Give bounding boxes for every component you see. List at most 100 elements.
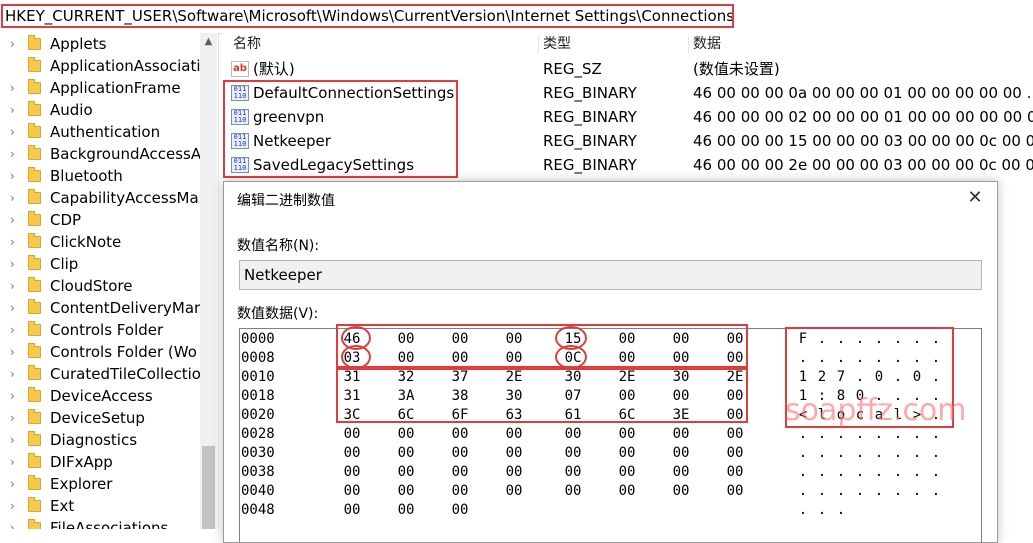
hex-byte[interactable]: 00: [667, 387, 695, 406]
ascii-char[interactable]: .: [853, 463, 867, 482]
ascii-char[interactable]: .: [929, 330, 943, 349]
chevron-right-icon[interactable]: ›: [10, 121, 22, 143]
ascii-char[interactable]: .: [815, 463, 829, 482]
ascii-char[interactable]: >: [910, 406, 924, 425]
hex-byte[interactable]: 00: [338, 425, 366, 444]
hex-byte[interactable]: 00: [667, 330, 695, 349]
hex-byte[interactable]: 00: [721, 387, 749, 406]
hex-byte[interactable]: 00: [613, 330, 641, 349]
hex-byte[interactable]: 31: [338, 368, 366, 387]
hex-byte[interactable]: 3A: [392, 387, 420, 406]
ascii-char[interactable]: 0: [872, 368, 886, 387]
scrollbar-thumb[interactable]: [202, 446, 215, 529]
ascii-char[interactable]: <: [796, 406, 810, 425]
ascii-char[interactable]: .: [834, 463, 848, 482]
hex-row[interactable]: 0010 31 32 37 2E 30 2E 30 2E 1 2 7. 0. 0.: [240, 368, 980, 387]
hex-byte[interactable]: 00: [446, 330, 474, 349]
ascii-char[interactable]: 0: [910, 368, 924, 387]
ascii-char[interactable]: F: [796, 330, 810, 349]
ascii-char[interactable]: .: [872, 463, 886, 482]
hex-row[interactable]: 0048 00 00 00...: [240, 501, 980, 520]
column-header-name[interactable]: 名称: [233, 33, 261, 55]
tree-item[interactable]: › Bluetooth: [0, 165, 200, 187]
tree-item[interactable]: › BackgroundAccessA: [0, 143, 200, 165]
hex-row[interactable]: 0030 00 00 00 00 00 00 00 00........: [240, 444, 980, 463]
ascii-char[interactable]: .: [834, 425, 848, 444]
chevron-right-icon[interactable]: ›: [10, 99, 22, 121]
chevron-right-icon[interactable]: ›: [10, 33, 22, 55]
hex-byte[interactable]: 00: [721, 349, 749, 368]
ascii-char[interactable]: .: [872, 387, 886, 406]
ascii-char[interactable]: .: [929, 482, 943, 501]
hex-byte[interactable]: 2E: [721, 368, 749, 387]
ascii-char[interactable]: .: [872, 330, 886, 349]
hex-byte[interactable]: 37: [446, 368, 474, 387]
tree-item[interactable]: › Diagnostics: [0, 429, 200, 451]
ascii-char[interactable]: .: [910, 425, 924, 444]
ascii-char[interactable]: 7: [834, 368, 848, 387]
tree-item[interactable]: › ApplicationFrame: [0, 77, 200, 99]
tree-item[interactable]: › CDP: [0, 209, 200, 231]
scroll-up-icon[interactable]: ▲: [200, 33, 217, 50]
hex-byte[interactable]: 00: [392, 349, 420, 368]
hex-byte[interactable]: 32: [392, 368, 420, 387]
hex-byte[interactable]: 00: [392, 425, 420, 444]
tree-item[interactable]: › FileAssociations: [0, 517, 200, 529]
hex-byte[interactable]: 00: [613, 425, 641, 444]
ascii-char[interactable]: .: [872, 425, 886, 444]
hex-byte[interactable]: 07: [559, 387, 587, 406]
hex-byte[interactable]: 00: [500, 330, 528, 349]
hex-byte[interactable]: 00: [613, 387, 641, 406]
tree-item[interactable]: › DeviceSetup: [0, 407, 200, 429]
ascii-char[interactable]: :: [815, 387, 829, 406]
ascii-char[interactable]: .: [815, 501, 829, 520]
hex-byte[interactable]: 00: [338, 444, 366, 463]
hex-byte[interactable]: 2E: [500, 368, 528, 387]
hex-byte[interactable]: 00: [667, 349, 695, 368]
hex-byte[interactable]: 00: [446, 482, 474, 501]
hex-byte[interactable]: 00: [559, 444, 587, 463]
tree-item[interactable]: › Clip: [0, 253, 200, 275]
hex-byte[interactable]: 00: [721, 425, 749, 444]
ascii-char[interactable]: .: [815, 425, 829, 444]
tree-item[interactable]: › CuratedTileCollectio: [0, 363, 200, 385]
hex-byte[interactable]: 38: [446, 387, 474, 406]
hex-byte[interactable]: 00: [392, 482, 420, 501]
hex-row[interactable]: 0028 00 00 00 00 00 00 00 00........: [240, 425, 980, 444]
ascii-char[interactable]: .: [891, 482, 905, 501]
hex-byte[interactable]: 6C: [613, 406, 641, 425]
hex-byte[interactable]: 00: [721, 444, 749, 463]
hex-byte[interactable]: 00: [446, 349, 474, 368]
hex-row[interactable]: 0040 00 00 00 00 00 00 00 00........: [240, 482, 980, 501]
value-row[interactable]: ab (默认) REG_SZ (数值未设置): [222, 57, 1033, 81]
hex-byte[interactable]: 30: [500, 387, 528, 406]
hex-byte[interactable]: 00: [613, 482, 641, 501]
chevron-right-icon[interactable]: ›: [10, 143, 22, 165]
ascii-char[interactable]: .: [872, 482, 886, 501]
hex-byte[interactable]: 6F: [446, 406, 474, 425]
tree-item[interactable]: › CapabilityAccessMar: [0, 187, 200, 209]
hex-byte[interactable]: 0C: [559, 349, 587, 368]
column-header-data[interactable]: 数据: [693, 33, 721, 55]
chevron-right-icon[interactable]: ›: [10, 495, 22, 517]
hex-byte[interactable]: 63: [500, 406, 528, 425]
hex-byte[interactable]: 00: [338, 463, 366, 482]
tree-item[interactable]: › Explorer: [0, 473, 200, 495]
ascii-char[interactable]: .: [891, 463, 905, 482]
chevron-right-icon[interactable]: ›: [10, 275, 22, 297]
hex-byte[interactable]: 00: [500, 425, 528, 444]
tree-item[interactable]: › ClickNote: [0, 231, 200, 253]
ascii-char[interactable]: .: [834, 330, 848, 349]
hex-byte[interactable]: 00: [667, 463, 695, 482]
ascii-char[interactable]: .: [910, 444, 924, 463]
ascii-char[interactable]: .: [853, 330, 867, 349]
address-path[interactable]: HKEY_CURRENT_USER\Software\Microsoft\Win…: [1, 4, 734, 28]
value-name-field[interactable]: Netkeeper: [239, 260, 982, 290]
ascii-char[interactable]: .: [929, 387, 943, 406]
ascii-char[interactable]: o: [834, 406, 848, 425]
hex-byte[interactable]: 00: [559, 482, 587, 501]
hex-byte[interactable]: 00: [446, 444, 474, 463]
hex-byte[interactable]: 00: [500, 463, 528, 482]
ascii-char[interactable]: .: [796, 425, 810, 444]
hex-byte[interactable]: 00: [667, 482, 695, 501]
